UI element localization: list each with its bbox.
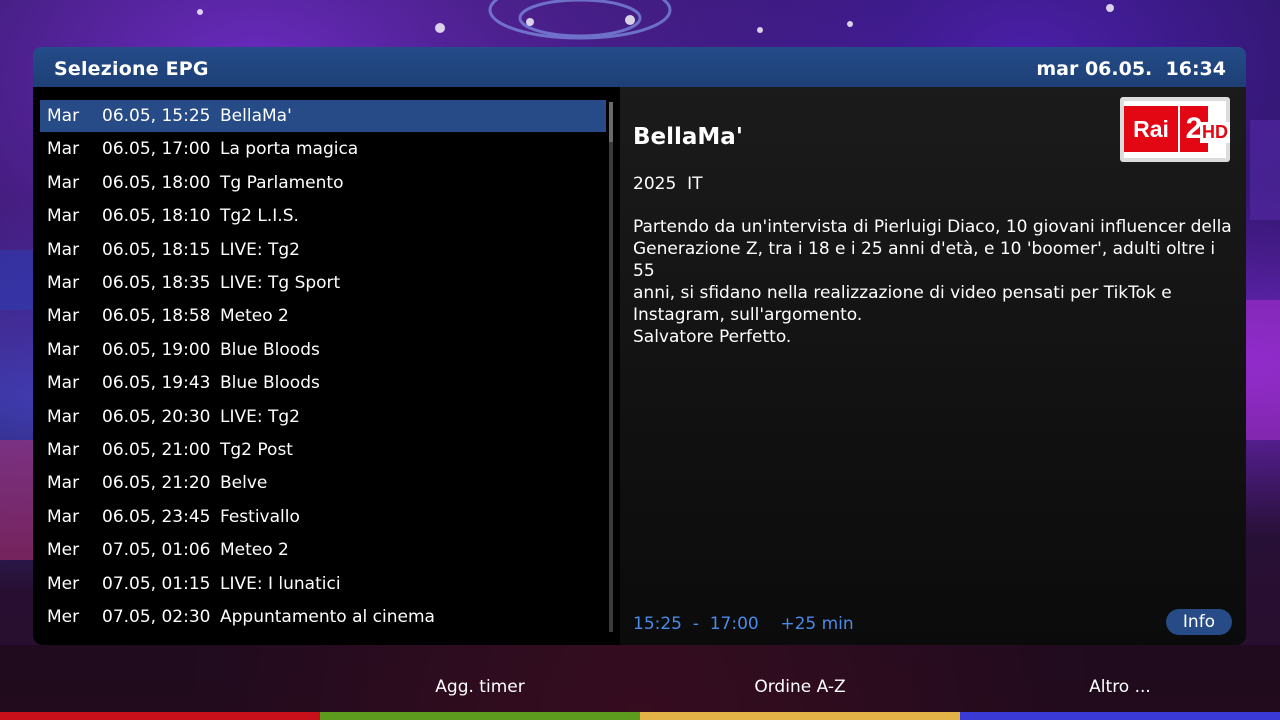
event-day: Mar bbox=[47, 239, 80, 260]
event-row[interactable]: Mer 07.05, 01:06 Meteo 2 bbox=[40, 534, 606, 566]
channel-logo-rai: Rai bbox=[1124, 106, 1178, 152]
event-row[interactable]: Mar 06.05, 18:15 LIVE: Tg2 bbox=[40, 234, 606, 266]
event-row[interactable]: Mar 06.05, 18:35 LIVE: Tg Sport bbox=[40, 267, 606, 299]
event-name: Tg2 Post bbox=[220, 440, 293, 460]
event-day: Mar bbox=[47, 139, 80, 160]
event-datetime: 07.05, 01:06 bbox=[102, 540, 211, 561]
event-name: Blue Bloods bbox=[220, 339, 320, 360]
event-row[interactable]: Mar 06.05, 21:00 Tg2 Post bbox=[40, 434, 606, 466]
event-day: Mar bbox=[47, 273, 80, 293]
event-row[interactable]: Mar 06.05, 20:30 LIVE: Tg2 bbox=[40, 401, 606, 433]
event-datetime: 06.05, 15:25 bbox=[102, 106, 211, 126]
event-name: LIVE: I lunatici bbox=[220, 573, 341, 594]
event-datetime: 06.05, 21:20 bbox=[102, 473, 211, 494]
event-datetime: 07.05, 01:15 bbox=[102, 573, 211, 594]
event-row[interactable]: Mar 06.05, 15:25 BellaMa' bbox=[40, 100, 606, 132]
event-row[interactable]: Mar 06.05, 21:20 Belve bbox=[40, 467, 606, 499]
event-datetime: 06.05, 18:10 bbox=[102, 206, 211, 227]
event-row[interactable]: Mar 06.05, 19:43 Blue Bloods bbox=[40, 367, 606, 399]
event-day: Mar bbox=[47, 473, 80, 494]
event-row[interactable]: Mar 06.05, 19:00 Blue Bloods bbox=[40, 334, 606, 366]
event-datetime: 06.05, 19:00 bbox=[102, 339, 211, 360]
event-row[interactable]: Mer 07.05, 01:15 LIVE: I lunatici bbox=[40, 568, 606, 600]
event-day: Mar bbox=[47, 406, 80, 427]
blue-button-label[interactable]: Altro ... bbox=[1040, 677, 1200, 697]
event-day: Mar bbox=[47, 339, 80, 360]
event-datetime: 06.05, 18:00 bbox=[102, 172, 211, 193]
event-datetime: 06.05, 18:35 bbox=[102, 273, 211, 293]
event-row[interactable]: Mer 07.05, 02:30 Appuntamento al cinema bbox=[40, 601, 606, 633]
event-description: Partendo da un'intervista di Pierluigi D… bbox=[633, 217, 1232, 347]
event-day: Mar bbox=[47, 373, 80, 394]
event-day: Mer bbox=[47, 573, 80, 594]
scrollbar-thumb[interactable] bbox=[609, 102, 613, 142]
event-name: Meteo 2 bbox=[220, 306, 289, 327]
event-list[interactable]: Mar 06.05, 15:25 BellaMa' Mar 06.05, 17:00 La… bbox=[40, 100, 608, 640]
event-row[interactable]: Mar 06.05, 18:10 Tg2 L.I.S. bbox=[40, 200, 606, 232]
event-datetime: 06.05, 19:43 bbox=[102, 373, 211, 394]
event-name: Meteo 2 bbox=[220, 540, 289, 561]
event-title: BellaMa' bbox=[633, 124, 743, 150]
event-datetime: 06.05, 18:15 bbox=[102, 239, 211, 260]
event-row[interactable]: Mar 06.05, 18:58 Meteo 2 bbox=[40, 300, 606, 332]
blue-key-bar[interactable] bbox=[960, 712, 1280, 720]
event-name: Tg2 L.I.S. bbox=[220, 206, 299, 227]
event-name: LIVE: Tg2 bbox=[220, 406, 300, 427]
event-meta: 2025 IT bbox=[633, 174, 703, 194]
event-name: LIVE: Tg2 bbox=[220, 239, 300, 260]
event-day: Mer bbox=[47, 540, 80, 561]
event-datetime: 06.05, 23:45 bbox=[102, 506, 211, 527]
info-button[interactable]: Info bbox=[1166, 609, 1232, 635]
event-datetime: 07.05, 02:30 bbox=[102, 607, 211, 627]
green-key-bar[interactable] bbox=[320, 712, 640, 720]
event-name: LIVE: Tg Sport bbox=[220, 273, 341, 293]
event-row[interactable]: Mar 06.05, 18:00 Tg Parlamento bbox=[40, 167, 606, 199]
yellow-key-bar[interactable] bbox=[640, 712, 960, 720]
red-key-bar[interactable] bbox=[0, 712, 320, 720]
event-detail: BellaMa' 2025 IT Partendo da un'intervis… bbox=[620, 87, 1246, 645]
event-name: La porta magica bbox=[220, 139, 359, 160]
header-datetime: mar 06.05. 16:34 bbox=[1036, 58, 1226, 80]
event-datetime: 06.05, 20:30 bbox=[102, 406, 211, 427]
event-name: Belve bbox=[220, 473, 268, 494]
event-datetime: 06.05, 17:00 bbox=[102, 139, 211, 160]
event-day: Mar bbox=[47, 440, 80, 460]
event-name: Festivallo bbox=[220, 506, 300, 527]
event-row[interactable]: Mar 06.05, 17:00 La porta magica bbox=[40, 133, 606, 165]
event-datetime: 06.05, 18:58 bbox=[102, 306, 211, 327]
event-day: Mar bbox=[47, 172, 80, 193]
channel-logo-hd: HD bbox=[1200, 122, 1230, 143]
event-name: BellaMa' bbox=[220, 106, 292, 126]
event-day: Mer bbox=[47, 607, 80, 627]
yellow-button-label[interactable]: Ordine A-Z bbox=[720, 677, 880, 697]
page-title: Selezione EPG bbox=[54, 58, 209, 80]
event-datetime: 06.05, 21:00 bbox=[102, 440, 211, 460]
list-scrollbar[interactable] bbox=[609, 102, 613, 632]
event-name: Appuntamento al cinema bbox=[220, 607, 435, 627]
event-times: 15:25 - 17:00 +25 min bbox=[633, 614, 854, 634]
event-day: Mar bbox=[47, 306, 80, 327]
green-button-label[interactable]: Agg. timer bbox=[400, 677, 560, 697]
event-day: Mar bbox=[47, 106, 80, 126]
header-bar: Selezione EPG mar 06.05. 16:34 bbox=[33, 47, 1246, 87]
event-name: Tg Parlamento bbox=[220, 172, 344, 193]
epg-panel: Mar 06.05, 15:25 BellaMa' Mar 06.05, 17:00 La… bbox=[33, 87, 1246, 645]
event-day: Mar bbox=[47, 206, 80, 227]
event-row[interactable]: Mar 06.05, 23:45 Festivallo bbox=[40, 501, 606, 533]
channel-logo: Rai 2 HD bbox=[1120, 97, 1230, 162]
event-day: Mar bbox=[47, 506, 80, 527]
event-name: Blue Bloods bbox=[220, 373, 320, 394]
